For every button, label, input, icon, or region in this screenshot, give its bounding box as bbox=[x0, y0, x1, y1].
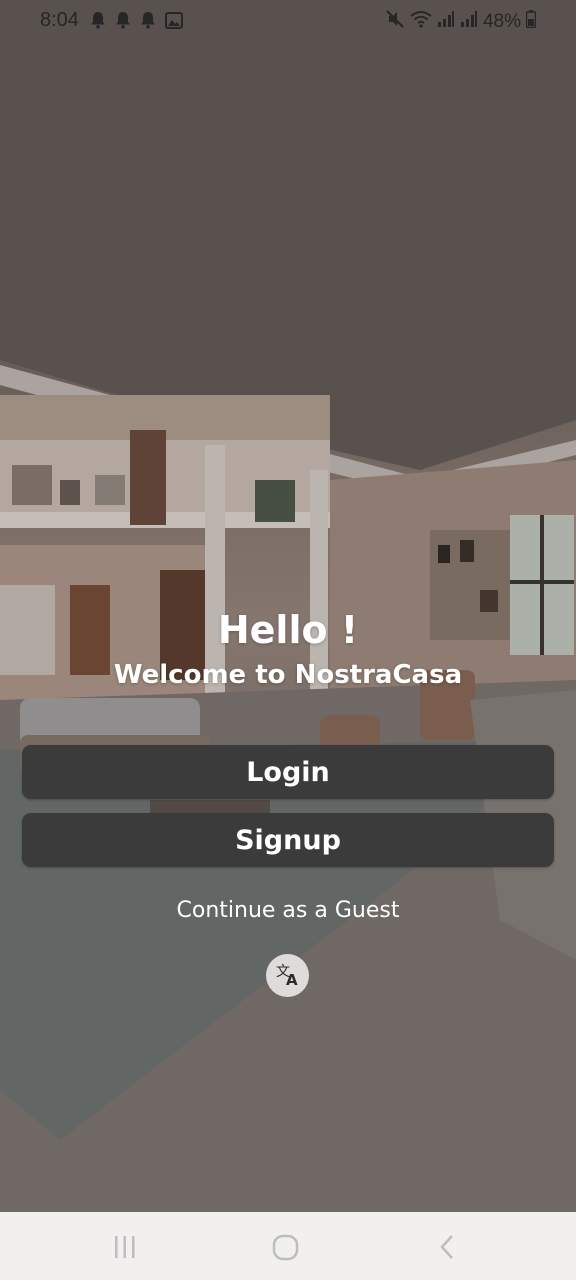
bell-icon bbox=[90, 11, 106, 33]
svg-text:A: A bbox=[286, 971, 298, 987]
welcome-screen: 8:04 48% Hello ! Welcome to NostraCasa L… bbox=[0, 0, 576, 1280]
signal-icon bbox=[460, 10, 478, 34]
signup-button[interactable]: Signup bbox=[22, 813, 554, 867]
status-bar: 8:04 48% bbox=[0, 0, 576, 42]
signal-icon bbox=[437, 10, 455, 34]
wifi-icon bbox=[410, 10, 432, 34]
back-icon[interactable] bbox=[438, 1234, 458, 1264]
battery-percent: 48% bbox=[482, 11, 521, 32]
background-interior-image bbox=[0, 0, 576, 1212]
battery-icon bbox=[525, 10, 537, 34]
welcome-subheading: Welcome to NostraCasa bbox=[113, 660, 463, 690]
navigation-bar bbox=[0, 1212, 576, 1280]
notification-icons bbox=[90, 11, 183, 33]
status-time: 8:04 bbox=[40, 9, 79, 31]
bell-icon bbox=[140, 11, 156, 33]
system-icons: 48% bbox=[385, 9, 537, 35]
continue-as-guest-link[interactable]: Continue as a Guest bbox=[0, 898, 576, 923]
mute-icon bbox=[385, 9, 405, 35]
bell-icon bbox=[115, 11, 131, 33]
recents-icon[interactable] bbox=[112, 1234, 138, 1264]
translate-icon: 文 A bbox=[275, 961, 301, 991]
language-button[interactable]: 文 A bbox=[266, 954, 309, 997]
home-icon[interactable] bbox=[272, 1234, 300, 1266]
dark-overlay bbox=[0, 0, 576, 1212]
login-button[interactable]: Login bbox=[22, 745, 554, 799]
hello-heading: Hello ! bbox=[217, 608, 359, 652]
image-icon bbox=[165, 11, 183, 33]
